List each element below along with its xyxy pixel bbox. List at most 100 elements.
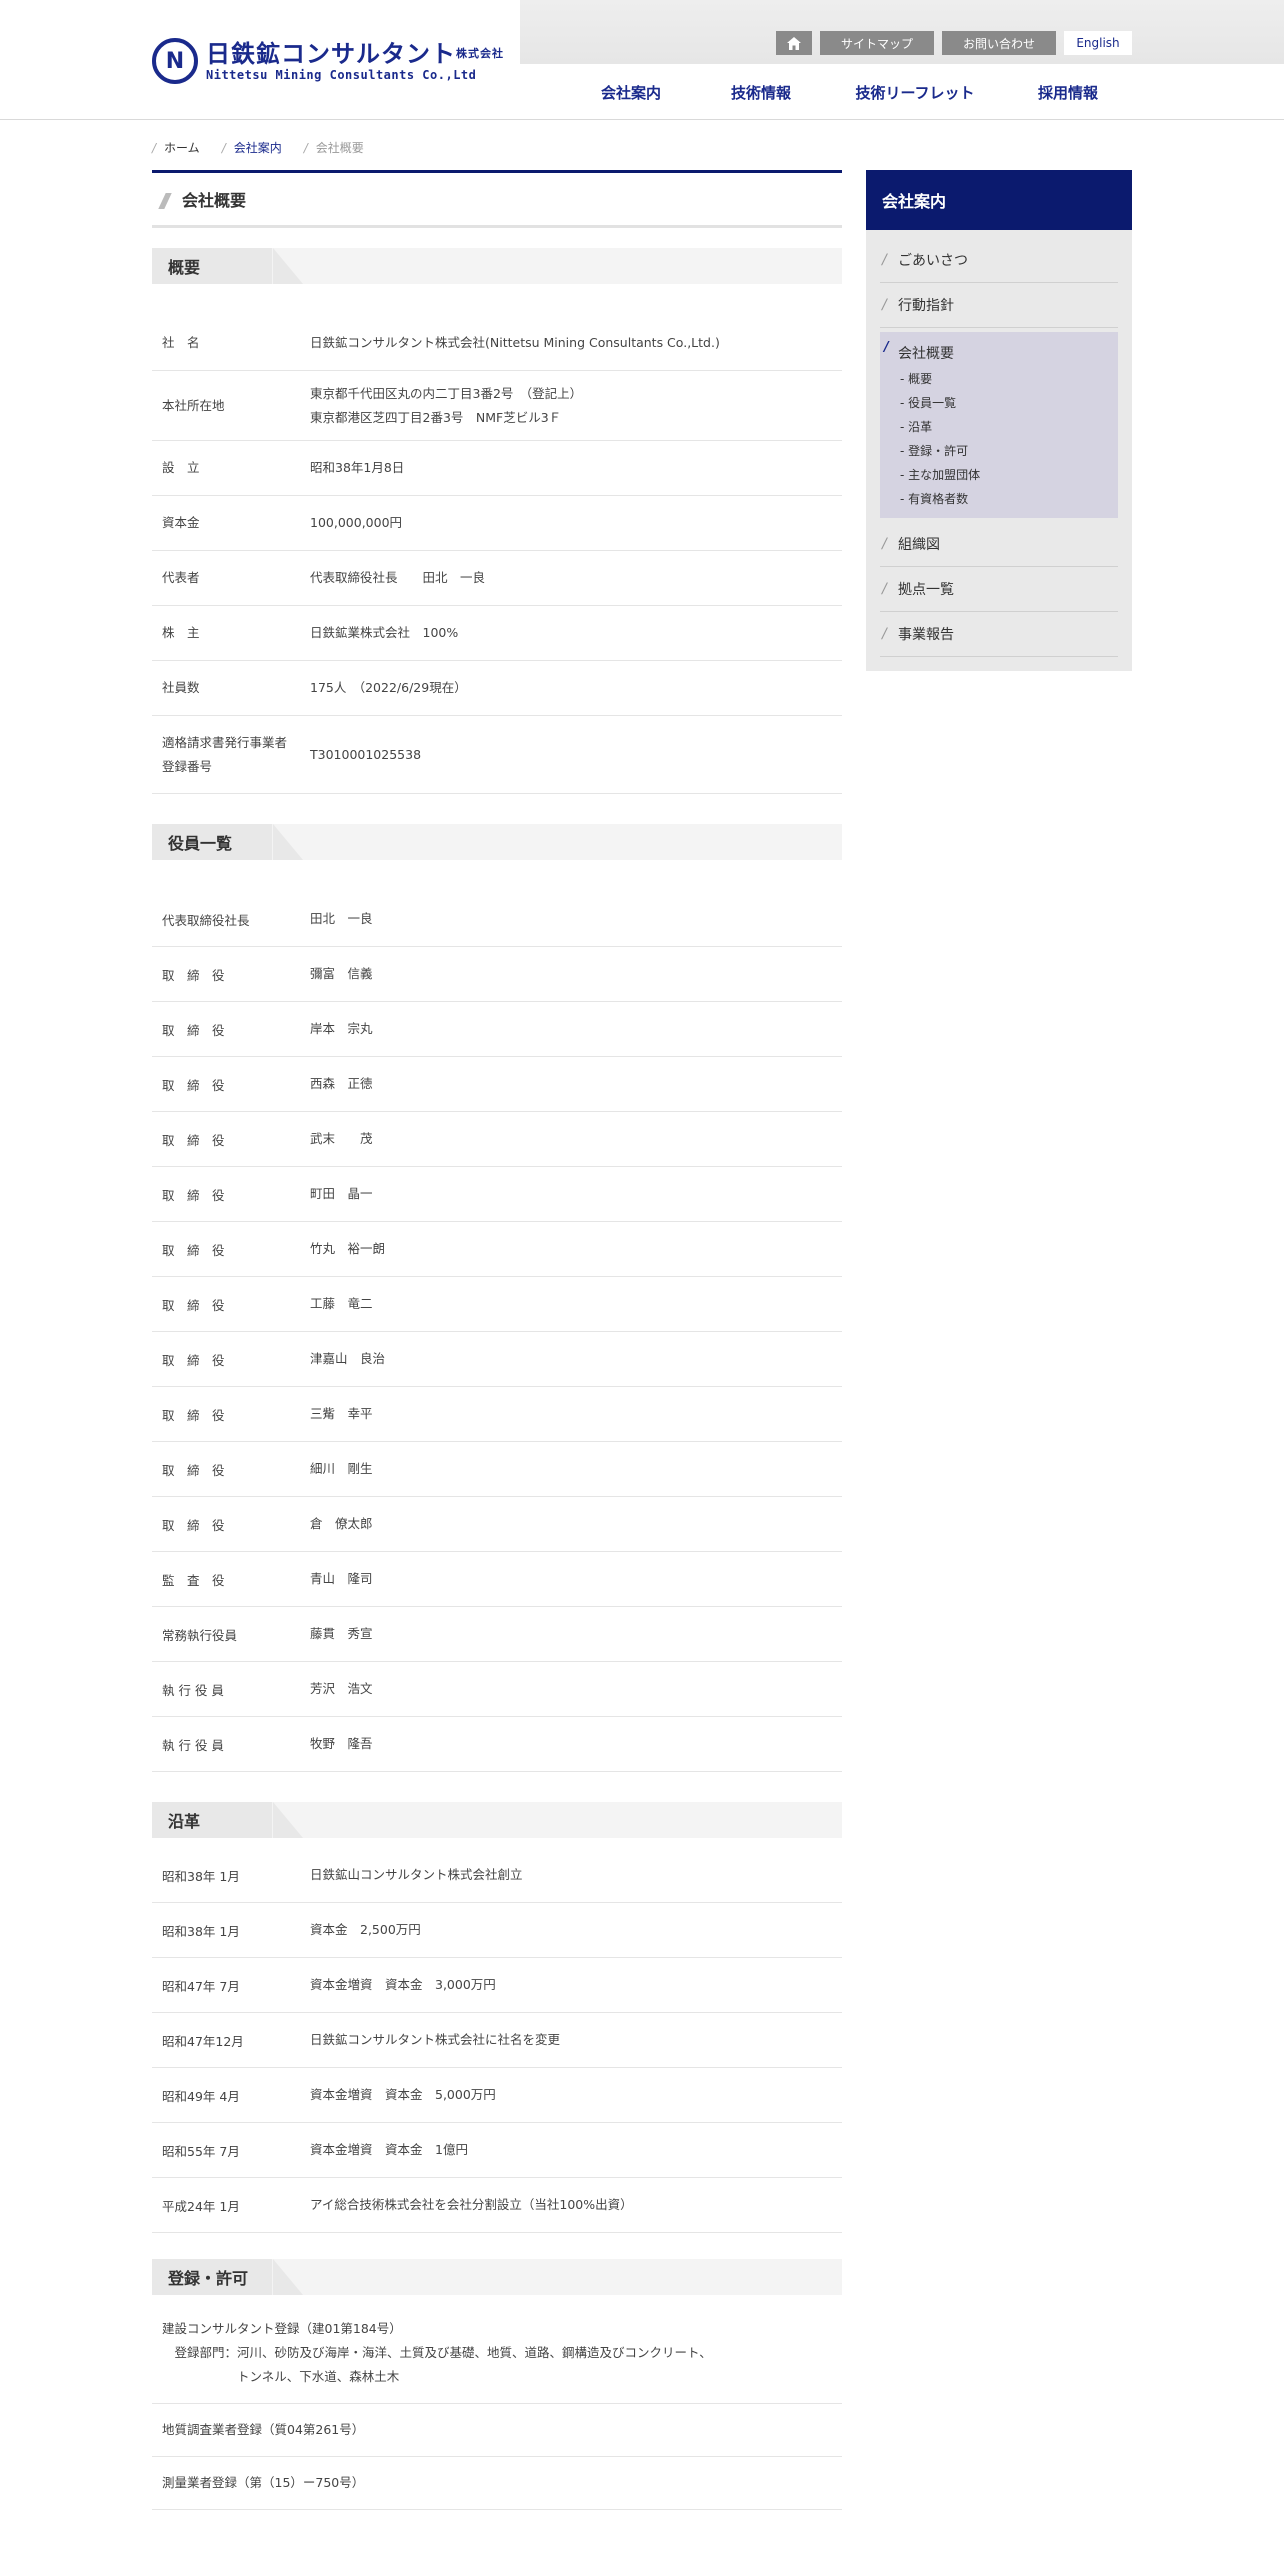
english-button[interactable]: English: [1064, 31, 1132, 55]
sidebar-subitem[interactable]: - 有資格者数: [898, 486, 1108, 510]
officer-title: 取 締 役: [162, 1022, 225, 1038]
overview-row: 適格請求書発行事業者 登録番号 T3010001025538: [152, 716, 842, 794]
license-item: 測量業者登録（第（15）ー750号）: [152, 2457, 842, 2510]
sidebar-item[interactable]: 行動指針: [880, 283, 1118, 328]
officer-name: 芳沢 浩文: [310, 1681, 373, 1696]
sidebar-subitem[interactable]: - 概要: [898, 366, 1108, 390]
officer-name: 三觜 幸平: [310, 1406, 373, 1421]
history-row: 昭和47年 7月 資本金増資 資本金 3,000万円: [152, 1958, 842, 2013]
history-event: 資本金増資 資本金 5,000万円: [310, 2087, 496, 2102]
overview-row: 代表者 代表取締役社長 田北 一良: [152, 551, 842, 606]
sidebar: 会社案内 ごあいさつ行動指針会社概要- 概要- 役員一覧- 沿革- 登録・許可-…: [866, 170, 1132, 671]
logo-mark-icon: N: [152, 38, 198, 84]
officer-title: 取 締 役: [162, 1352, 225, 1368]
history-event: 資本金増資 資本金 1億円: [310, 2142, 468, 2157]
overview-row-label-line: 登録番号: [162, 758, 213, 774]
officer-row: 取 締 役 工藤 竜二: [152, 1277, 842, 1332]
breadcrumb-current: 会社概要: [304, 139, 364, 156]
sidebar-subitem[interactable]: - 役員一覧: [898, 390, 1108, 414]
overview-row: 株 主 日鉄鉱業株式会社 100%: [152, 606, 842, 661]
officer-row: 取 締 役 三觜 幸平: [152, 1387, 842, 1442]
officer-name: 西森 正徳: [310, 1076, 373, 1091]
breadcrumb: ホーム 会社案内 会社概要: [152, 139, 386, 156]
overview-row-label-line: 本社所在地: [162, 397, 225, 413]
officer-name: 岸本 宗丸: [310, 1021, 373, 1036]
officer-row: 取 締 役 町田 晶一: [152, 1167, 842, 1222]
officer-row: 取 締 役 倉 僚太郎: [152, 1497, 842, 1552]
sitemap-button[interactable]: サイトマップ: [820, 31, 934, 55]
main-nav: 会社案内 技術情報 技術リーフレット 採用情報: [566, 82, 1132, 103]
nav-company[interactable]: 会社案内: [566, 82, 696, 103]
officer-row: 常務執行役員 藤貫 秀宣: [152, 1607, 842, 1662]
history-date: 昭和47年12月: [162, 2033, 244, 2049]
officer-row: 取 締 役 岸本 宗丸: [152, 1002, 842, 1057]
main-content: 会社概要 概要 社 名 日鉄鉱コンサルタント株式会社(Nittetsu Minin…: [152, 170, 842, 2510]
nav-tech-leaflet[interactable]: 技術リーフレット: [826, 82, 1004, 103]
officer-row: 取 締 役 武末 茂: [152, 1112, 842, 1167]
overview-row-label: 社員数: [152, 676, 310, 700]
history-table: 昭和38年 1月 日鉄鉱山コンサルタント株式会社創立 昭和38年 1月 資本金 2,5…: [152, 1848, 842, 2233]
officers-table: 代表取締役社長 田北 一良取 締 役彌富 信義取 締 役岸本 宗丸取 締 役西森 …: [152, 892, 842, 1772]
history-event: 日鉄鉱山コンサルタント株式会社創立: [310, 1867, 523, 1882]
section-overview-heading: 概要: [152, 248, 842, 284]
officer-row: 代表取締役社長 田北 一良: [152, 892, 842, 947]
overview-row-label-line: 設 立: [162, 460, 200, 475]
overview-row: 本社所在地 東京都千代田区丸の内二丁目3番2号 （登記上） 東京都港区芝四丁目2番3…: [152, 371, 842, 441]
officer-title: 代表取締役社長: [162, 912, 250, 928]
overview-row-value-line: T3010001025538: [310, 746, 422, 762]
history-date: 昭和38年 1月: [162, 1868, 240, 1884]
overview-row-value-line: 代表取締役社長 田北 一良: [310, 570, 486, 585]
logo-japanese: 日鉄鉱コンサルタント株式会社: [206, 40, 504, 68]
officer-title: 取 締 役: [162, 967, 225, 983]
breadcrumb-company[interactable]: 会社案内: [222, 139, 282, 156]
utility-nav: サイトマップ お問い合わせ English: [776, 31, 1132, 55]
nav-recruit[interactable]: 採用情報: [1004, 82, 1132, 103]
officer-row: 執 行 役 員 牧野 隆吾: [152, 1717, 842, 1772]
licenses-list: 建設コンサルタント登録（建01第184号） 登録部門：河川、砂防及び海岸・海洋、…: [152, 2303, 842, 2510]
home-icon: [787, 36, 801, 50]
officer-name: 藤貫 秀宣: [310, 1626, 373, 1641]
history-event: 資本金増資 資本金 3,000万円: [310, 1977, 496, 1992]
sidebar-title: 会社案内: [866, 170, 1132, 230]
overview-row-value-line: 昭和38年1月8日: [310, 460, 405, 475]
officer-name: 竹丸 裕一朗: [310, 1241, 386, 1256]
license-item: 地質調査業者登録（質04第261号）: [152, 2404, 842, 2457]
breadcrumb-home[interactable]: ホーム: [152, 139, 200, 156]
sidebar-item[interactable]: 拠点一覧: [880, 567, 1118, 612]
sidebar-item-active[interactable]: 会社概要 - 概要- 役員一覧- 沿革- 登録・許可- 主な加盟団体- 有資格者数: [880, 332, 1118, 518]
officer-name: 細川 剛生: [310, 1461, 373, 1476]
overview-row-value-line: 100,000,000円: [310, 515, 403, 530]
officer-name: 青山 隆司: [310, 1571, 373, 1586]
section-licenses-heading: 登録・許可: [152, 2259, 842, 2295]
sidebar-item[interactable]: 事業報告: [880, 612, 1118, 657]
officer-title: 取 締 役: [162, 1077, 225, 1093]
officer-title: 監 査 役: [162, 1572, 225, 1588]
site-logo[interactable]: N 日鉄鉱コンサルタント株式会社 Nittetsu Mining Consult…: [152, 34, 504, 88]
history-row: 昭和38年 1月 日鉄鉱山コンサルタント株式会社創立: [152, 1848, 842, 1903]
overview-row-label: 適格請求書発行事業者 登録番号: [152, 731, 310, 779]
overview-row-label: 本社所在地: [152, 394, 310, 418]
officer-row: 執 行 役 員 芳沢 浩文: [152, 1662, 842, 1717]
officer-title: 取 締 役: [162, 1517, 225, 1533]
overview-row: 社 名 日鉄鉱コンサルタント株式会社(Nittetsu Mining Consul…: [152, 316, 842, 371]
nav-tech-info[interactable]: 技術情報: [696, 82, 826, 103]
sidebar-item[interactable]: 組織図: [880, 522, 1118, 567]
sidebar-subitem[interactable]: - 沿革: [898, 414, 1108, 438]
history-event: 日鉄鉱コンサルタント株式会社に社名を変更: [310, 2032, 561, 2047]
overview-row-value: 東京都千代田区丸の内二丁目3番2号 （登記上） 東京都港区芝四丁目2番3号 NMF…: [310, 382, 842, 430]
license-line: 建設コンサルタント登録（建01第184号）: [162, 2321, 402, 2336]
sidebar-subitem[interactable]: - 登録・許可: [898, 438, 1108, 462]
overview-table: 社 名 日鉄鉱コンサルタント株式会社(Nittetsu Mining Consul…: [152, 316, 842, 794]
officer-title: 取 締 役: [162, 1242, 225, 1258]
home-button[interactable]: [776, 31, 812, 55]
overview-row-value: 100,000,000円: [310, 511, 842, 535]
sidebar-subitem[interactable]: - 主な加盟団体: [898, 462, 1108, 486]
officer-row: 取 締 役 細川 剛生: [152, 1442, 842, 1497]
contact-button[interactable]: お問い合わせ: [942, 31, 1056, 55]
overview-row-value: 代表取締役社長 田北 一良: [310, 566, 842, 590]
history-date: 昭和55年 7月: [162, 2143, 240, 2159]
overview-row-value-line: 日鉄鉱業株式会社 100%: [310, 625, 459, 640]
sidebar-item[interactable]: ごあいさつ: [880, 238, 1118, 283]
sidebar-list: ごあいさつ行動指針会社概要 - 概要- 役員一覧- 沿革- 登録・許可- 主な加盟…: [866, 238, 1132, 657]
officer-title: 常務執行役員: [162, 1627, 238, 1643]
